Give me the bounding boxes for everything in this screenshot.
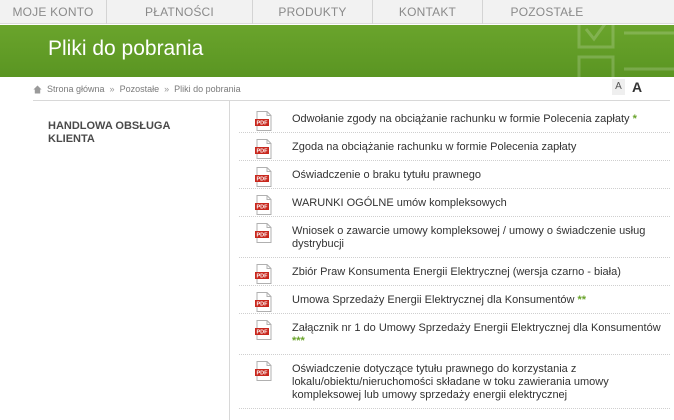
pdf-icon-text: PDF [257,371,269,377]
document-link[interactable]: Załącznik nr 1 do Umowy Sprzedaży Energi… [292,322,670,348]
document-footnote-mark: ** [577,294,587,306]
nav-item-3[interactable]: PRODUKTY [253,0,373,24]
pdf-icon-text: PDF [257,205,269,211]
document-title: Wniosek o zawarcie umowy kompleksowej / … [292,225,646,250]
nav-item-5[interactable]: POZOSTAŁE [483,0,611,24]
document-list-item[interactable]: PDF Wniosek o zawarcie umowy kompleksowej… [239,217,670,258]
document-title: Zgoda na obciążanie rachunku w formie Po… [292,141,577,153]
top-navigation: MOJE KONTO PŁATNOŚCI PRODUKTY KONTAKT POZOST… [0,0,674,24]
document-link[interactable]: Wniosek o zawarcie umowy kompleksowej / … [292,225,670,251]
font-size-large-button[interactable]: A [629,79,645,95]
pdf-file-icon[interactable]: PDF [254,361,274,381]
home-icon[interactable] [33,84,42,94]
document-link[interactable]: Oświadczenie o braku tytułu prawnego [292,169,670,182]
pdf-icon-text: PDF [257,330,269,336]
column-divider [229,101,230,420]
document-link[interactable]: Oświadczenie dotyczące tytułu prawnego d… [292,363,670,402]
pdf-icon-text: PDF [257,233,269,239]
document-list-item[interactable]: PDF Umowa Sprzedaży Energii Elektrycznej … [239,286,670,314]
pdf-file-icon[interactable]: PDF [254,223,274,243]
breadcrumb-home-link[interactable]: Strona główna [47,84,105,94]
pdf-icon-text: PDF [257,121,269,127]
document-list: PDF Odwołanie zgody na obciążanie rachunk… [239,105,670,409]
document-list-item[interactable]: PDF Załącznik nr 1 do Umowy Sprzedaży Ene… [239,314,670,355]
document-title: Załącznik nr 1 do Umowy Sprzedaży Energi… [292,322,661,334]
document-footnote-mark: *** [292,335,305,347]
document-link[interactable]: Odwołanie zgody na obciążanie rachunku w… [292,113,670,126]
pdf-icon-text: PDF [257,177,269,183]
document-title: WARUNKI OGÓLNE umów kompleksowych [292,197,507,209]
document-title: Oświadczenie dotyczące tytułu prawnego d… [292,363,609,401]
pdf-file-icon[interactable]: PDF [254,264,274,284]
pdf-file-icon[interactable]: PDF [254,167,274,187]
pdf-file-icon[interactable]: PDF [254,139,274,159]
document-title: Zbiór Praw Konsumenta Energii Elektryczn… [292,266,621,278]
document-title: Oświadczenie o braku tytułu prawnego [292,169,481,181]
breadcrumb-separator: » [164,84,170,94]
breadcrumb-level1-link[interactable]: Pozostałe [120,84,160,94]
document-list-item[interactable]: PDF WARUNKI OGÓLNE umów kompleksowych [239,189,670,217]
pdf-icon-text: PDF [257,149,269,155]
nav-item-1[interactable]: MOJE KONTO [0,0,107,24]
document-footnote-mark: * [632,113,637,125]
breadcrumb-separator: » [109,84,115,94]
document-list-item[interactable]: PDF Oświadczenie o braku tytułu prawnego [239,161,670,189]
banner-decoration-checklist-icon [577,25,674,77]
breadcrumb-current: Pliki do pobrania [174,84,241,94]
nav-item-4[interactable]: KONTAKT [373,0,483,24]
document-link[interactable]: Zgoda na obciążanie rachunku w formie Po… [292,141,670,154]
document-link[interactable]: Umowa Sprzedaży Energii Elektrycznej dla… [292,294,670,307]
document-list-item[interactable]: PDF Zbiór Praw Konsumenta Energii Elektry… [239,258,670,286]
nav-item-2[interactable]: PŁATNOŚCI [107,0,253,24]
document-link[interactable]: WARUNKI OGÓLNE umów kompleksowych [292,197,670,210]
document-title: Umowa Sprzedaży Energii Elektrycznej dla… [292,294,575,306]
pdf-icon-text: PDF [257,302,269,308]
page-banner: Pliki do pobrania [0,25,674,77]
document-link[interactable]: Zbiór Praw Konsumenta Energii Elektryczn… [292,266,670,279]
document-list-item[interactable]: PDF Odwołanie zgody na obciążanie rachunk… [239,105,670,133]
breadcrumb: Strona główna » Pozostałe » Pliki do pob… [33,82,241,96]
pdf-file-icon[interactable]: PDF [254,320,274,340]
sidebar-heading: HANDLOWA OBSŁUGA KLIENTA [48,120,171,145]
pdf-file-icon[interactable]: PDF [254,195,274,215]
pdf-icon-text: PDF [257,274,269,280]
pdf-file-icon[interactable]: PDF [254,292,274,312]
page-title: Pliki do pobrania [48,37,204,60]
pdf-file-icon[interactable]: PDF [254,111,274,131]
font-size-small-button[interactable]: A [612,79,625,95]
document-list-item[interactable]: PDF Zgoda na obciążanie rachunku w formie… [239,133,670,161]
document-title: Odwołanie zgody na obciążanie rachunku w… [292,113,630,125]
divider [33,100,670,101]
document-list-item[interactable]: PDF Oświadczenie dotyczące tytułu prawneg… [239,355,670,409]
